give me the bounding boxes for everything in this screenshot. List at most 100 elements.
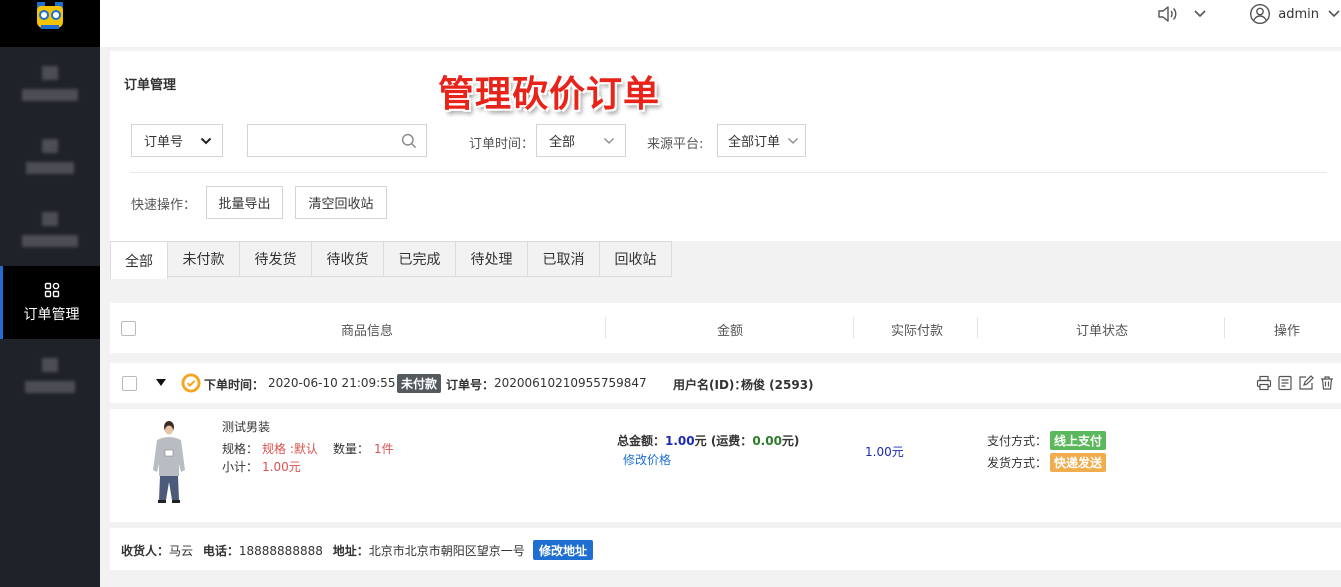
page-title: 订单管理 — [124, 78, 177, 93]
volume-dropdown[interactable] — [1193, 9, 1207, 19]
spec-label: 规格： — [222, 442, 259, 456]
check-badge-icon — [181, 373, 201, 393]
subtotal-label: 小计： — [222, 460, 259, 474]
sidebar-item-blurred-2[interactable] — [0, 120, 100, 193]
total-amount: 总金额：1.00元 (运费：0.00元) — [617, 432, 799, 449]
pay-method-badge: 线上支付 — [1050, 431, 1107, 450]
printer-icon[interactable] — [1256, 375, 1272, 391]
sidebar-item-label: 订单管理 — [23, 306, 80, 323]
qty-value: 1件 — [374, 442, 394, 456]
order-status-badge: 未付款 — [397, 374, 442, 393]
order-checkbox[interactable] — [122, 376, 137, 391]
speaker-icon — [1158, 6, 1177, 22]
sidebar-item-orders[interactable]: 订单管理 — [0, 266, 100, 339]
grid-icon — [44, 282, 59, 297]
total-label: 总金额： — [617, 434, 666, 448]
tab-cancelled[interactable]: 已取消 — [528, 241, 600, 277]
column-divider — [1224, 317, 1225, 338]
trash-icon[interactable] — [1319, 375, 1335, 391]
receiver-row: 收货人：马云 电话：18888888888 地址：北京市北京市朝阳区望京一号 修… — [110, 528, 1341, 570]
username: admin — [1278, 6, 1319, 22]
table-header: 商品信息 金额 实际付款 订单状态 操作 — [110, 303, 1341, 353]
subtotal-value: 1.00元 — [262, 460, 301, 474]
sidebar: 订单管理 — [0, 0, 100, 587]
source-platform-value: 全部订单 — [728, 135, 781, 150]
order-status-tabs: 全部 未付款 待发货 待收货 已完成 待处理 已取消 回收站 — [110, 241, 1341, 283]
logo[interactable] — [0, 0, 100, 47]
receiver-name-label: 收货人： — [121, 544, 170, 558]
user-id-label: 用户名(ID)： — [673, 378, 747, 392]
blurred-icon — [42, 212, 58, 226]
blurred-icon — [42, 358, 58, 372]
receiver-name: 马云 — [169, 544, 194, 558]
receiver-phone: 18888888888 — [238, 544, 323, 558]
volume-control[interactable] — [1157, 5, 1179, 23]
top-header: admin — [100, 0, 1341, 47]
edit-price-link[interactable]: 修改价格 — [623, 451, 671, 468]
owl-logo-icon — [35, 2, 65, 29]
blurred-label — [22, 235, 78, 247]
total-value: 1.00 — [665, 434, 695, 448]
order-time-label: 订单时间： — [469, 137, 535, 152]
user-menu[interactable]: admin — [1249, 3, 1341, 25]
tab-completed[interactable]: 已完成 — [384, 241, 456, 277]
chevron-down-icon — [604, 137, 614, 144]
edit-icon[interactable] — [1298, 375, 1314, 391]
order-number: 20200610210955759847 — [494, 376, 647, 390]
page-banner: 管理砍价订单 — [438, 74, 661, 115]
order-time-select[interactable]: 全部 — [536, 124, 626, 157]
edit-address-button[interactable]: 修改地址 — [533, 540, 594, 560]
clear-recycle-bin-button[interactable]: 清空回收站 — [295, 186, 387, 219]
tab-to-receive[interactable]: 待收货 — [312, 241, 384, 277]
search-type-value: 订单号 — [144, 135, 184, 150]
column-header-actions: 操作 — [1274, 324, 1301, 339]
blurred-icon — [42, 139, 58, 153]
freight-label: (运费： — [706, 434, 753, 448]
search-type-select[interactable]: 订单号 — [131, 124, 223, 157]
search-input[interactable] — [248, 125, 388, 156]
sidebar-item-blurred-1[interactable] — [0, 47, 100, 120]
sidebar-item-blurred-3[interactable] — [0, 193, 100, 266]
main-content: 订单管理 管理砍价订单 订单号 订单时间： 全部 来源平台: 全部订单 快速操作… — [100, 47, 1341, 587]
caret-down-icon[interactable] — [156, 379, 166, 386]
blurred-label — [22, 89, 78, 101]
receiver-address: 北京市北京市朝阳区望京一号 — [368, 544, 525, 558]
product-image[interactable] — [148, 420, 190, 505]
ship-method-badge: 快递发送 — [1050, 453, 1107, 472]
spec-value: 规格 :默认 — [262, 442, 318, 456]
chevron-down-icon — [788, 137, 798, 144]
batch-export-button[interactable]: 批量导出 — [206, 186, 283, 219]
chevron-down-icon — [1194, 10, 1206, 18]
column-header-actual-paid: 实际付款 — [891, 324, 944, 339]
chevron-down-icon — [1328, 10, 1340, 18]
source-platform-select[interactable]: 全部订单 — [717, 124, 806, 157]
divider — [130, 172, 1327, 173]
blurred-label — [26, 162, 74, 174]
select-all-checkbox[interactable] — [121, 321, 136, 336]
freight-unit: 元) — [781, 434, 800, 448]
user-id: 杨俊 (2593) — [741, 378, 814, 392]
product-name[interactable]: 测试男装 — [222, 418, 270, 435]
source-platform-label: 来源平台: — [647, 137, 704, 152]
quick-ops-label: 快速操作： — [131, 198, 197, 213]
receiver-info: 收货人：马云 电话：18888888888 地址：北京市北京市朝阳区望京一号 — [121, 542, 525, 559]
order-header-row: 下单时间： 2020-06-10 21:09:55 未付款 订单号： 20200… — [110, 363, 1341, 403]
column-divider — [853, 317, 854, 338]
tab-unpaid[interactable]: 未付款 — [168, 241, 240, 277]
receiver-address-label: 地址： — [332, 544, 369, 558]
freight-value: 0.00 — [752, 434, 782, 448]
tab-recycle-bin[interactable]: 回收站 — [600, 241, 672, 277]
user-avatar-icon — [1250, 3, 1271, 25]
tab-pending[interactable]: 待处理 — [456, 241, 528, 277]
note-icon[interactable] — [1277, 375, 1293, 391]
column-header-amount: 金额 — [717, 324, 744, 339]
search-icon[interactable] — [401, 133, 417, 149]
column-divider — [605, 317, 606, 338]
tab-to-ship[interactable]: 待发货 — [240, 241, 312, 277]
pay-method-label: 支付方式： — [987, 434, 1048, 448]
order-actions — [1256, 375, 1335, 391]
receiver-phone-label: 电话： — [202, 544, 239, 558]
search-field[interactable] — [247, 124, 427, 157]
tab-all[interactable]: 全部 — [110, 241, 168, 279]
sidebar-item-blurred-4[interactable] — [0, 339, 100, 412]
